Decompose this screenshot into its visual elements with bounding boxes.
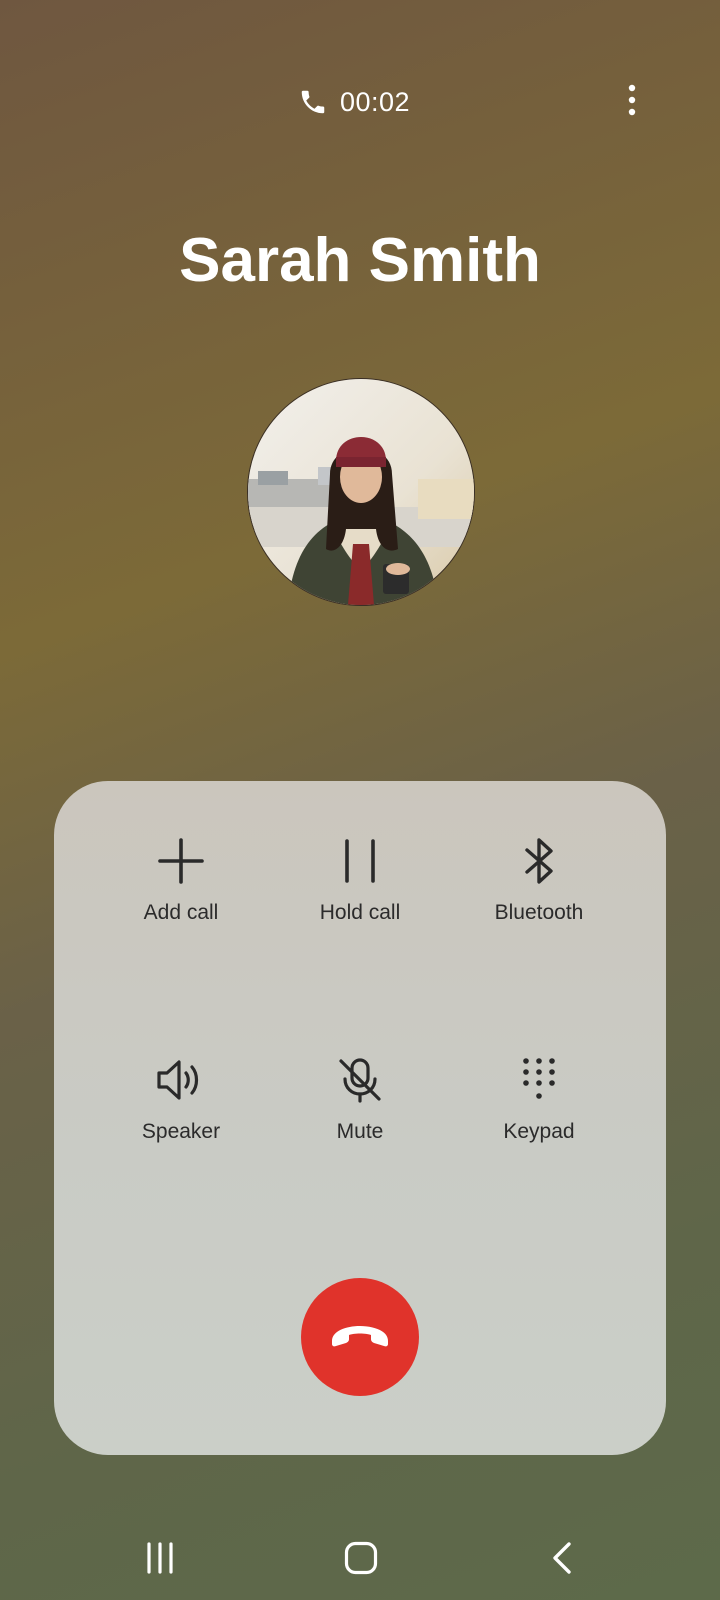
home-icon bbox=[344, 1541, 378, 1580]
speaker-icon bbox=[151, 1050, 211, 1110]
mute-button[interactable]: Mute bbox=[275, 1050, 445, 1180]
mute-label: Mute bbox=[336, 1120, 384, 1143]
mic-off-icon bbox=[330, 1050, 390, 1110]
hold-call-label: Hold call bbox=[319, 901, 401, 924]
keypad-icon bbox=[509, 1050, 569, 1110]
more-vertical-icon bbox=[627, 84, 637, 121]
bluetooth-icon bbox=[509, 831, 569, 891]
end-call-button[interactable] bbox=[301, 1278, 419, 1396]
phone-icon bbox=[298, 87, 328, 117]
speaker-button[interactable]: Speaker bbox=[96, 1050, 266, 1180]
back-icon bbox=[550, 1541, 574, 1580]
caller-name: Sarah Smith bbox=[179, 226, 541, 295]
pause-icon bbox=[330, 831, 390, 891]
keypad-button[interactable]: Keypad bbox=[454, 1050, 624, 1180]
plus-icon bbox=[151, 831, 211, 891]
system-navigation-bar bbox=[0, 1530, 720, 1590]
recents-button[interactable] bbox=[125, 1530, 195, 1590]
end-call-icon bbox=[328, 1321, 392, 1354]
call-timer: 00:02 bbox=[298, 80, 410, 124]
back-button[interactable] bbox=[527, 1530, 597, 1590]
contact-avatar bbox=[247, 378, 475, 606]
bluetooth-label: Bluetooth bbox=[494, 901, 584, 924]
add-call-label: Add call bbox=[143, 901, 219, 924]
home-button[interactable] bbox=[326, 1530, 396, 1590]
hold-call-button[interactable]: Hold call bbox=[275, 831, 445, 961]
bluetooth-button[interactable]: Bluetooth bbox=[454, 831, 624, 961]
recents-icon bbox=[145, 1541, 175, 1579]
call-status-bar: 00:02 bbox=[0, 80, 720, 124]
add-call-button[interactable]: Add call bbox=[96, 831, 266, 961]
more-options-button[interactable] bbox=[610, 80, 654, 124]
keypad-label: Keypad bbox=[503, 1120, 575, 1143]
call-duration: 00:02 bbox=[340, 86, 411, 117]
call-controls-panel: Add call Hold call Bluetooth Speaker Mut… bbox=[54, 781, 666, 1455]
speaker-label: Speaker bbox=[141, 1120, 221, 1143]
